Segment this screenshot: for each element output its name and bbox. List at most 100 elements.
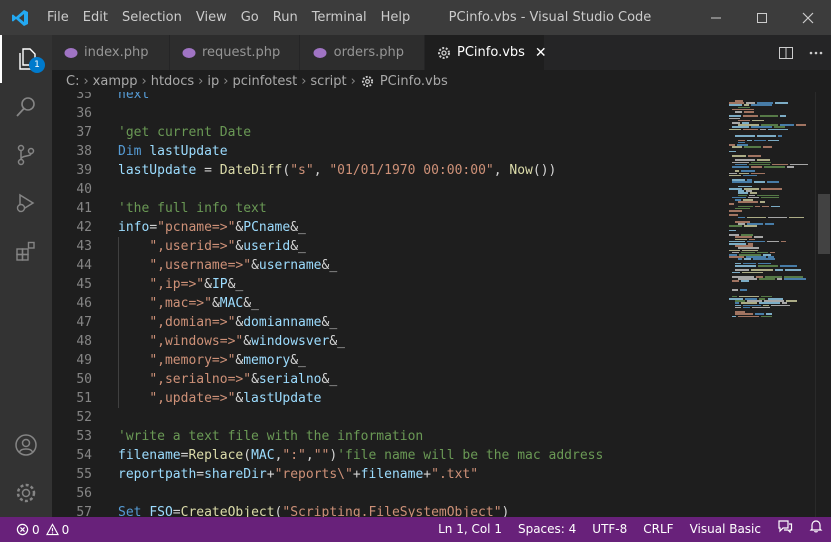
menu-view[interactable]: View <box>189 0 234 35</box>
code-line[interactable]: 48 ",windows=>"&windowsver&_ <box>52 332 725 351</box>
vertical-scrollbar[interactable] <box>815 92 831 517</box>
code-line[interactable]: 56 <box>52 484 725 503</box>
code-text: ",userid=>"&userid&_ <box>149 239 306 254</box>
code-line[interactable]: 50 ",serialno=>"&serialno&_ <box>52 370 725 389</box>
menu-go[interactable]: Go <box>234 0 266 35</box>
more-actions-icon[interactable] <box>808 45 824 61</box>
breadcrumb-item[interactable]: script <box>310 74 346 89</box>
explorer-button[interactable]: 1 <box>0 35 52 83</box>
minimap-line <box>786 300 798 302</box>
chevron-right-icon: › <box>350 73 356 89</box>
error-count: 0 <box>32 522 40 537</box>
menu-help[interactable]: Help <box>374 0 418 35</box>
search-button[interactable] <box>0 83 52 131</box>
code-line[interactable]: 57 Set FSO=CreateObject("Scripting.FileSy… <box>52 503 725 517</box>
minimap[interactable] <box>725 92 815 517</box>
code-line[interactable]: 35 next <box>52 92 725 104</box>
maximize-button[interactable] <box>739 0 785 35</box>
tab-pcinfo-vbs[interactable]: PCinfo.vbs ✕ <box>425 35 547 70</box>
breadcrumb-file[interactable]: PCinfo.vbs <box>380 74 448 89</box>
minimap-line <box>761 188 783 190</box>
code-line[interactable]: 43 ",userid=>"&userid&_ <box>52 237 725 256</box>
code-line[interactable]: 52 <box>52 408 725 427</box>
menu-edit[interactable]: Edit <box>76 0 115 35</box>
breadcrumb-item[interactable]: ip <box>207 74 219 89</box>
close-window-button[interactable] <box>785 0 831 35</box>
minimap-line <box>729 128 742 131</box>
code-line[interactable]: 39 lastUpdate = DateDiff("s", "01/01/1970… <box>52 161 725 180</box>
minimap-line <box>768 139 779 142</box>
problems-indicator[interactable]: 0 0 <box>0 523 69 537</box>
code-line[interactable]: 44 ",username=>"&username&_ <box>52 256 725 275</box>
minimap-line <box>732 155 746 157</box>
indentation[interactable]: Spaces: 4 <box>510 517 584 542</box>
minimap-line <box>784 278 806 280</box>
code-line[interactable]: 49 ",memory=>"&memory&_ <box>52 351 725 370</box>
minimize-button[interactable] <box>693 0 739 35</box>
minimap-line <box>732 271 741 274</box>
code-line[interactable]: 46 ",mac=>"&MAC&_ <box>52 294 725 313</box>
source-control-button[interactable] <box>0 131 52 179</box>
code-line[interactable]: 38 Dim lastUpdate <box>52 142 725 161</box>
code-line[interactable]: 40 <box>52 180 725 199</box>
split-editor-icon[interactable] <box>778 45 794 61</box>
breadcrumb-item[interactable]: htdocs <box>151 74 194 89</box>
code-line[interactable]: 36 <box>52 104 725 123</box>
close-tab-icon[interactable]: ✕ <box>535 45 547 61</box>
code-line[interactable]: 54 filename=Replace(MAC,":","")'file name… <box>52 446 725 465</box>
minimap-line <box>742 271 764 274</box>
code-line[interactable]: 51 ",update=>"&lastUpdate <box>52 389 725 408</box>
manage-button[interactable] <box>0 469 52 517</box>
code-text: lastUpdate = DateDiff("s", "01/01/1970 0… <box>118 163 557 178</box>
code-line[interactable]: 37 'get current Date <box>52 123 725 142</box>
tab-orders-php[interactable]: orders.php <box>300 35 425 70</box>
line-number: 40 <box>76 182 92 197</box>
line-number: 38 <box>76 144 92 159</box>
end-of-line[interactable]: CRLF <box>635 517 681 542</box>
tab-request-php[interactable]: request.php <box>170 35 300 70</box>
cursor-position[interactable]: Ln 1, Col 1 <box>430 517 510 542</box>
error-icon <box>16 523 29 536</box>
code-line[interactable]: 55 reportpath=shareDir+"reports\"+filenam… <box>52 465 725 484</box>
minimap-line <box>753 258 776 260</box>
minimap-line <box>785 269 802 271</box>
menu-terminal[interactable]: Terminal <box>305 0 374 35</box>
php-file-icon <box>312 45 328 61</box>
code-line[interactable]: 53 'write a text file with the informatio… <box>52 427 725 446</box>
line-number: 53 <box>76 429 92 444</box>
code-line[interactable]: 42 info="pcname=>"&PCname&_ <box>52 218 725 237</box>
line-number: 55 <box>76 467 92 482</box>
minimap-line <box>735 111 742 113</box>
code-text: ",memory=>"&memory&_ <box>149 353 306 368</box>
scrollbar-thumb[interactable] <box>818 194 830 254</box>
feedback-button[interactable] <box>769 517 801 542</box>
minimap-line <box>787 166 795 168</box>
minimap-line <box>744 146 761 148</box>
language-mode[interactable]: Visual Basic <box>682 517 769 542</box>
breadcrumb-item[interactable]: xampp <box>93 74 138 89</box>
breadcrumb-item[interactable]: C: <box>66 74 79 89</box>
minimap-line <box>771 304 790 307</box>
code-editor[interactable]: 35 next 36 37 'get current Date 38 Dim lastUpd… <box>52 92 725 517</box>
code-line[interactable]: 47 ",domian=>"&domianname&_ <box>52 313 725 332</box>
menu-run[interactable]: Run <box>266 0 305 35</box>
code-line[interactable]: 45 ",ip=>"&IP&_ <box>52 275 725 294</box>
menu-selection[interactable]: Selection <box>115 0 189 35</box>
accounts-button[interactable] <box>0 421 52 469</box>
line-number: 54 <box>76 448 92 463</box>
minimap-line <box>747 216 767 219</box>
code-line[interactable]: 41 'the full info text <box>52 199 725 218</box>
minimap-line <box>759 278 776 280</box>
extensions-button[interactable] <box>0 227 52 275</box>
window-controls <box>693 0 831 35</box>
minimap-line <box>743 128 758 131</box>
minimap-line <box>729 210 742 212</box>
minimap-line <box>758 265 778 267</box>
run-debug-button[interactable] <box>0 179 52 227</box>
tab-index-php[interactable]: index.php <box>52 35 170 70</box>
menu-file[interactable]: File <box>40 0 76 35</box>
notifications-button[interactable] <box>801 517 831 542</box>
minimap-line <box>765 223 774 225</box>
breadcrumb-item[interactable]: pcinfotest <box>232 74 297 89</box>
encoding[interactable]: UTF-8 <box>584 517 635 542</box>
